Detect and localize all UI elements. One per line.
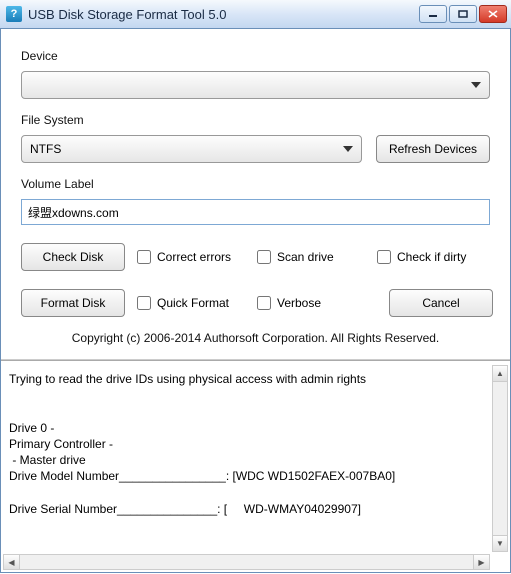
verbose-label: Verbose: [277, 296, 321, 310]
format-disk-row: Format Disk Quick Format Verbose Cancel: [21, 289, 490, 317]
form-panel: Device File System NTFS Refresh Devices …: [1, 29, 510, 360]
copyright-text: Copyright (c) 2006-2014 Authorsoft Corpo…: [21, 331, 490, 345]
minimize-icon: [428, 10, 438, 18]
volume-label-input[interactable]: [21, 199, 490, 225]
window-title: USB Disk Storage Format Tool 5.0: [28, 7, 413, 22]
horizontal-scrollbar[interactable]: ◀ ▶: [3, 554, 490, 570]
check-if-dirty-input[interactable]: [377, 250, 391, 264]
file-system-combo[interactable]: NTFS: [21, 135, 362, 163]
scan-drive-input[interactable]: [257, 250, 271, 264]
correct-errors-label: Correct errors: [157, 250, 231, 264]
device-combo[interactable]: [21, 71, 490, 99]
scroll-right-button[interactable]: ▶: [473, 555, 489, 569]
volume-label-label: Volume Label: [21, 177, 490, 191]
log-panel: Trying to read the drive IDs using physi…: [1, 360, 510, 572]
window-controls: [419, 5, 507, 23]
quick-format-checkbox[interactable]: Quick Format: [137, 296, 245, 310]
file-system-label: File System: [21, 113, 490, 127]
refresh-devices-button[interactable]: Refresh Devices: [376, 135, 490, 163]
close-icon: [488, 10, 498, 18]
scroll-down-button[interactable]: ▼: [493, 535, 507, 551]
maximize-icon: [458, 10, 468, 18]
file-system-row: NTFS Refresh Devices: [21, 135, 490, 163]
correct-errors-input[interactable]: [137, 250, 151, 264]
chevron-down-icon: [343, 146, 353, 152]
scan-drive-label: Scan drive: [277, 250, 334, 264]
vertical-scrollbar[interactable]: ▲ ▼: [492, 365, 508, 552]
titlebar: ? USB Disk Storage Format Tool 5.0: [0, 0, 511, 29]
cancel-button[interactable]: Cancel: [389, 289, 493, 317]
minimize-button[interactable]: [419, 5, 447, 23]
check-if-dirty-label: Check if dirty: [397, 250, 466, 264]
log-output: Trying to read the drive IDs using physi…: [1, 361, 510, 572]
verbose-input[interactable]: [257, 296, 271, 310]
quick-format-input[interactable]: [137, 296, 151, 310]
format-disk-button[interactable]: Format Disk: [21, 289, 125, 317]
verbose-checkbox[interactable]: Verbose: [257, 296, 365, 310]
check-disk-button[interactable]: Check Disk: [21, 243, 125, 271]
check-if-dirty-checkbox[interactable]: Check if dirty: [377, 250, 485, 264]
chevron-down-icon: [471, 82, 481, 88]
maximize-button[interactable]: [449, 5, 477, 23]
file-system-combo-value: NTFS: [30, 142, 61, 156]
app-icon: ?: [6, 6, 22, 22]
device-label: Device: [21, 49, 490, 63]
scroll-left-button[interactable]: ◀: [4, 555, 20, 569]
scroll-up-button[interactable]: ▲: [493, 366, 507, 382]
scan-drive-checkbox[interactable]: Scan drive: [257, 250, 365, 264]
client-area: Device File System NTFS Refresh Devices …: [0, 29, 511, 573]
correct-errors-checkbox[interactable]: Correct errors: [137, 250, 245, 264]
quick-format-label: Quick Format: [157, 296, 229, 310]
check-disk-row: Check Disk Correct errors Scan drive Che…: [21, 243, 490, 271]
close-button[interactable]: [479, 5, 507, 23]
